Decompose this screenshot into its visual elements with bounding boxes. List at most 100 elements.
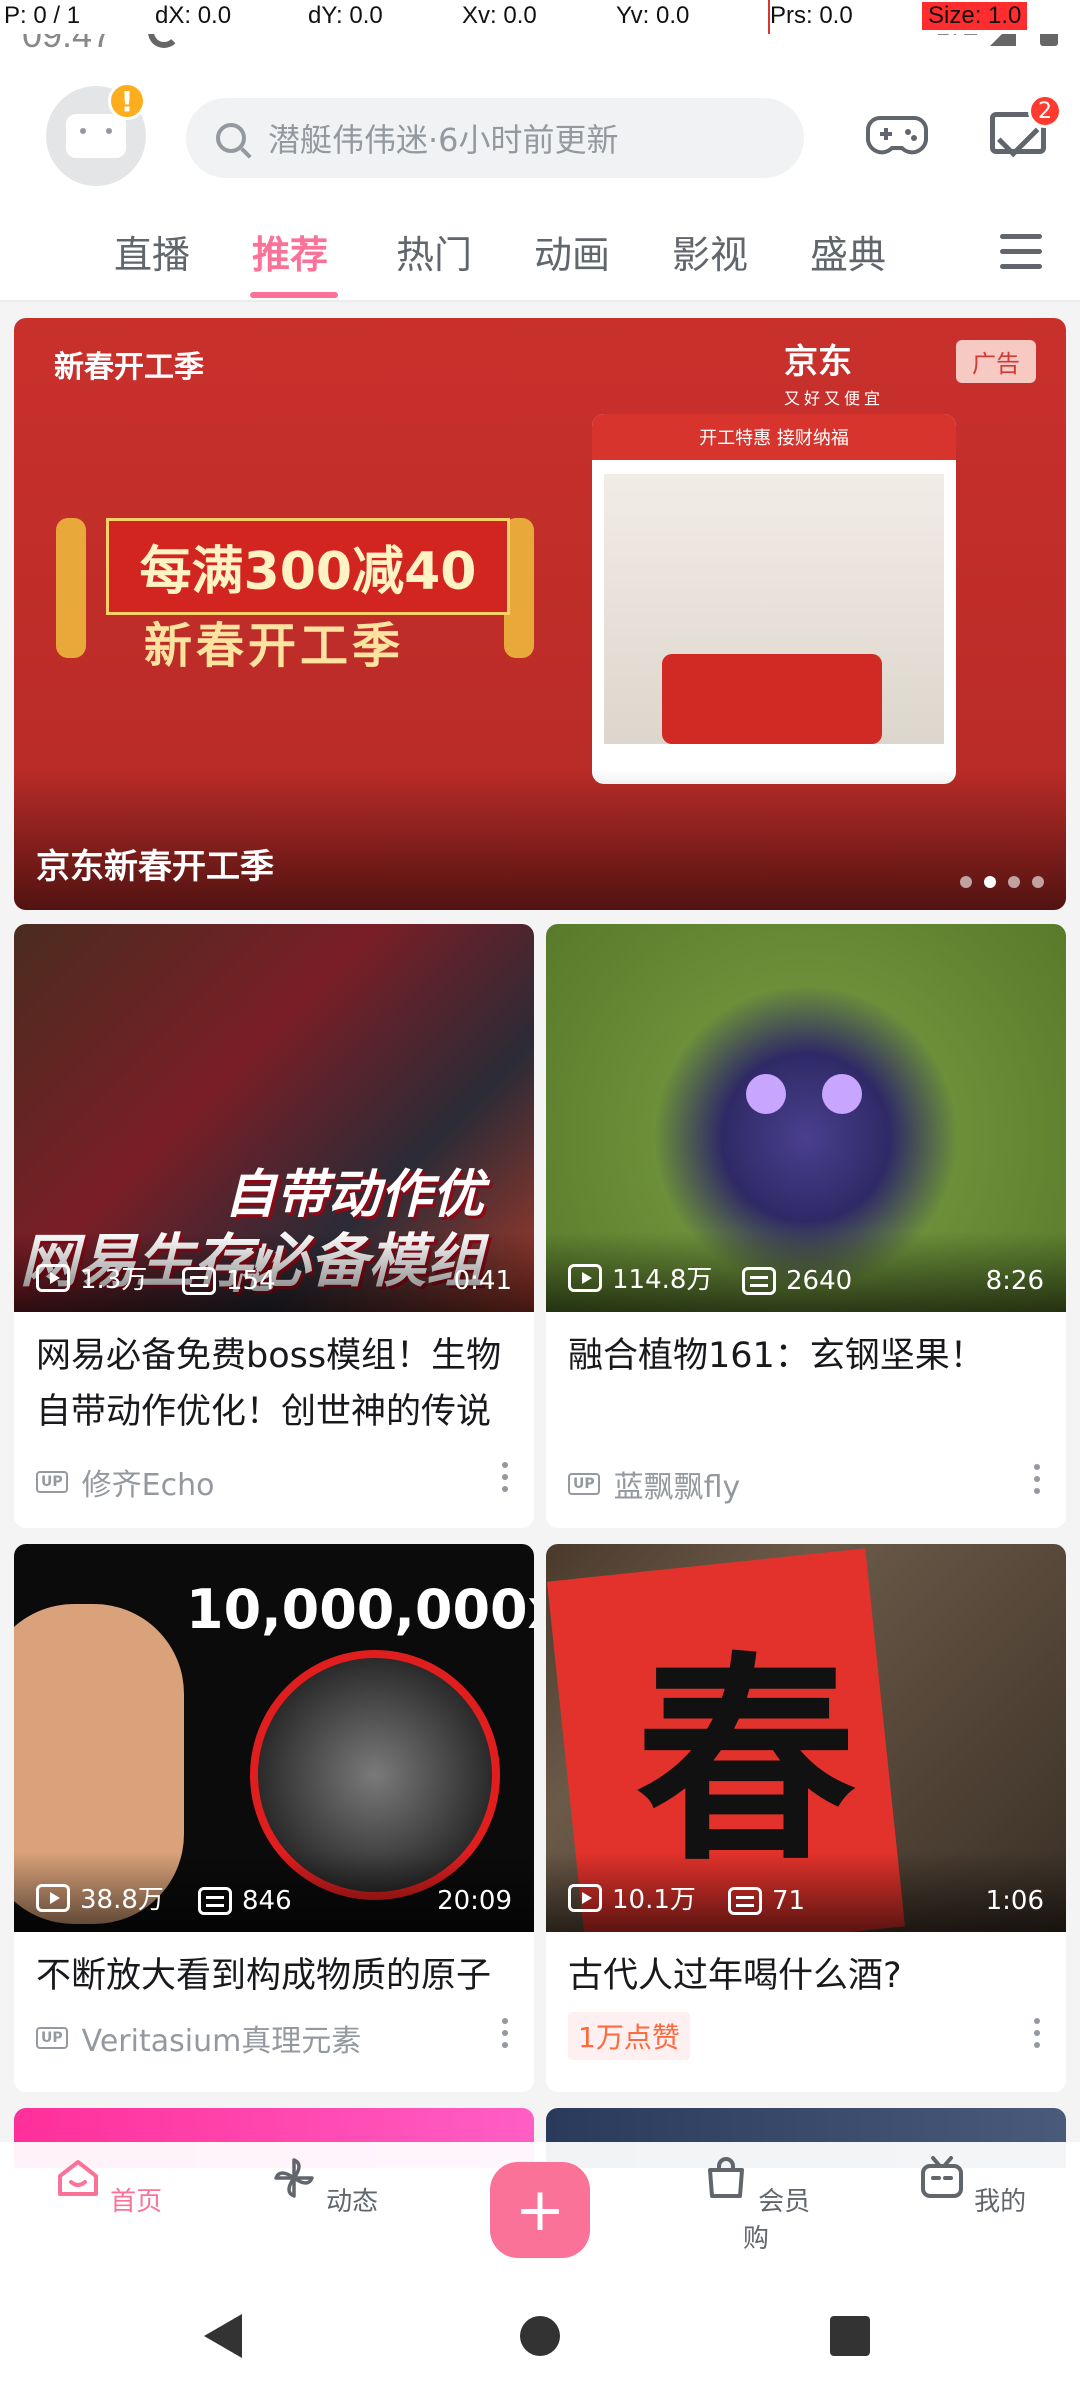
video-title: 融合植物161：玄钢坚果！ <box>568 1336 985 1376</box>
thumbnail-eye <box>746 1074 786 1114</box>
hamburger-menu-icon[interactable] <box>1000 234 1042 270</box>
more-options-icon[interactable] <box>1034 1464 1040 1494</box>
tab-hot[interactable]: 热门 <box>396 224 472 279</box>
channel-tabs: 直播 推荐 热门 动画 影视 盛典 <box>0 206 1080 302</box>
danmaku-count: 2640 <box>786 1266 853 1296</box>
search-bar[interactable]: 潜艇伟伟迷·6小时前更新 <box>186 98 804 178</box>
more-options-icon[interactable] <box>1034 2018 1040 2048</box>
tab-gala[interactable]: 盛典 <box>810 224 886 279</box>
play-count-icon <box>36 1263 70 1292</box>
tab-dynamic-label: 动态 <box>326 2187 379 2217</box>
video-duration: 8:26 <box>985 1266 1044 1296</box>
carousel-dots <box>948 876 1044 888</box>
danmaku-icon <box>198 1887 232 1915</box>
ad-label: 广告 <box>956 340 1036 383</box>
tab-mine[interactable]: 我的 <box>912 2154 1032 2218</box>
tab-anime[interactable]: 动画 <box>534 224 610 279</box>
shopping-bag-icon <box>707 2157 744 2198</box>
video-card[interactable]: 自带动作优化 网易生存必备模组 1.3万 154 0:41 网易必备免费boss… <box>14 924 534 1528</box>
search-icon <box>216 123 246 153</box>
uploader-name: 蓝飘飘fly <box>613 1470 741 1505</box>
banner-offer-subtitle: 新春开工季 <box>144 618 405 674</box>
up-badge: UP <box>36 1471 68 1493</box>
banner-offer: 每满300减40 <box>106 518 510 615</box>
video-thumbnail: 春 10.1万 71 1:06 <box>546 1544 1066 1932</box>
video-title: 不断放大看到构成物质的原子 <box>36 1956 492 1996</box>
video-stats: 38.8万 846 20:09 <box>14 1852 534 1932</box>
tab-live[interactable]: 直播 <box>114 224 190 279</box>
debug-yv: Yv: 0.0 <box>616 2 690 29</box>
back-icon[interactable] <box>204 2314 242 2358</box>
tab-home-label: 首页 <box>110 2187 163 2217</box>
debug-size: Size: 1.0 <box>922 2 1028 30</box>
video-duration: 20:09 <box>437 1886 512 1916</box>
video-card[interactable]: 10,000,000x 38.8万 846 20:09 不断放大看到构成物质的原… <box>14 1544 534 2092</box>
video-stats: 114.8万 2640 8:26 <box>546 1232 1066 1312</box>
uploader[interactable]: UP Veritasium真理元素 <box>36 2016 361 2060</box>
more-options-icon[interactable] <box>502 1462 508 1492</box>
up-badge: UP <box>568 1473 600 1495</box>
recents-icon[interactable] <box>830 2316 870 2356</box>
video-title: 古代人过年喝什么酒? <box>568 1956 902 1996</box>
bottom-tab-bar: 首页 动态 + 会员购 我的 <box>0 2142 1080 2272</box>
debug-pointer-count: P: 0 / 1 <box>4 2 81 29</box>
debug-dx: dX: 0.0 <box>155 2 232 29</box>
home-button-icon[interactable] <box>520 2316 560 2356</box>
danmaku-count: 154 <box>226 1266 276 1296</box>
tab-film[interactable]: 影视 <box>672 224 748 279</box>
jd-logo: 京东 又好又便宜 <box>784 334 884 409</box>
mail-badge: 2 <box>1028 94 1062 128</box>
view-count: 38.8万 <box>80 1885 164 1915</box>
likes-badge: 1万点赞 <box>568 2012 690 2060</box>
uploader-name: 修齐Echo <box>81 1468 215 1503</box>
top-header: ! 潜艇伟伟迷·6小时前更新 2 <box>0 66 1080 206</box>
thumbnail-eye <box>822 1074 862 1114</box>
tab-home[interactable]: 首页 <box>48 2154 168 2218</box>
pointer-debug-overlay: P: 0 / 1 dX: 0.0 dY: 0.0 Xv: 0.0 Yv: 0.0… <box>0 0 1080 34</box>
search-placeholder: 潜艇伟伟迷·6小时前更新 <box>268 121 619 159</box>
view-count: 10.1万 <box>612 1885 696 1915</box>
pinwheel-icon <box>274 2158 314 2198</box>
lantern-left <box>56 518 86 658</box>
view-count: 1.3万 <box>80 1265 148 1295</box>
debug-xv: Xv: 0.0 <box>462 2 537 29</box>
danmaku-icon <box>182 1267 216 1295</box>
banner-campaign-logo: 新春开工季 <box>54 350 204 385</box>
debug-pressure: Prs: 0.0 <box>770 2 853 29</box>
system-nav-bar <box>0 2272 1080 2400</box>
tab-vip-shop-label: 会员购 <box>742 2187 811 2254</box>
play-count-icon <box>36 1883 70 1912</box>
video-footer: UP 修齐Echo <box>14 1440 534 1514</box>
uploader[interactable]: UP 蓝飘飘fly <box>568 1462 740 1506</box>
danmaku-count: 846 <box>242 1886 292 1916</box>
play-count-icon <box>568 1263 602 1292</box>
jd-logo-name: 京东 <box>784 342 852 382</box>
active-tab-indicator <box>250 292 338 298</box>
video-footer: UP Veritasium真理元素 <box>14 2004 534 2078</box>
video-stats: 1.3万 154 0:41 <box>14 1232 534 1312</box>
jd-logo-slogan: 又好又便宜 <box>784 389 885 408</box>
view-count: 114.8万 <box>612 1265 713 1295</box>
tab-recommend[interactable]: 推荐 <box>252 224 328 279</box>
home-icon <box>57 2160 98 2196</box>
tab-mine-label: 我的 <box>974 2187 1027 2217</box>
video-footer: UP 蓝飘飘fly <box>546 1442 1066 1516</box>
publish-button[interactable]: + <box>490 2162 590 2258</box>
video-footer: 1万点赞 <box>546 2004 1066 2078</box>
promo-card-header: 开工特惠 接财纳福 <box>592 414 956 460</box>
video-stats: 10.1万 71 1:06 <box>546 1852 1066 1932</box>
uploader[interactable]: UP 修齐Echo <box>36 1460 214 1504</box>
video-card[interactable]: 春 10.1万 71 1:06 古代人过年喝什么酒? 1万点赞 <box>546 1544 1066 2092</box>
red-envelopes-illustration <box>662 654 882 744</box>
video-duration: 1:06 <box>985 1886 1044 1916</box>
avatar-warning-badge: ! <box>108 82 146 120</box>
video-card[interactable]: 114.8万 2640 8:26 融合植物161：玄钢坚果！ UP 蓝飘飘fly <box>546 924 1066 1528</box>
video-title: 网易必备免费boss模组！生物自带动作优化！创世神的传说 <box>36 1336 502 1432</box>
banner-promo-card: 开工特惠 接财纳福 <box>592 414 956 784</box>
tab-dynamic[interactable]: 动态 <box>264 2154 384 2218</box>
tab-vip-shop[interactable]: 会员购 <box>696 2154 816 2255</box>
gamepad-icon[interactable] <box>866 110 928 162</box>
app-screen: P: 0 / 1 dX: 0.0 dY: 0.0 Xv: 0.0 Yv: 0.0… <box>0 0 1080 2400</box>
ad-banner[interactable]: 新春开工季 京东 又好又便宜 广告 每满300减40 新春开工季 开工特惠 接财… <box>14 318 1066 910</box>
more-options-icon[interactable] <box>502 2018 508 2048</box>
